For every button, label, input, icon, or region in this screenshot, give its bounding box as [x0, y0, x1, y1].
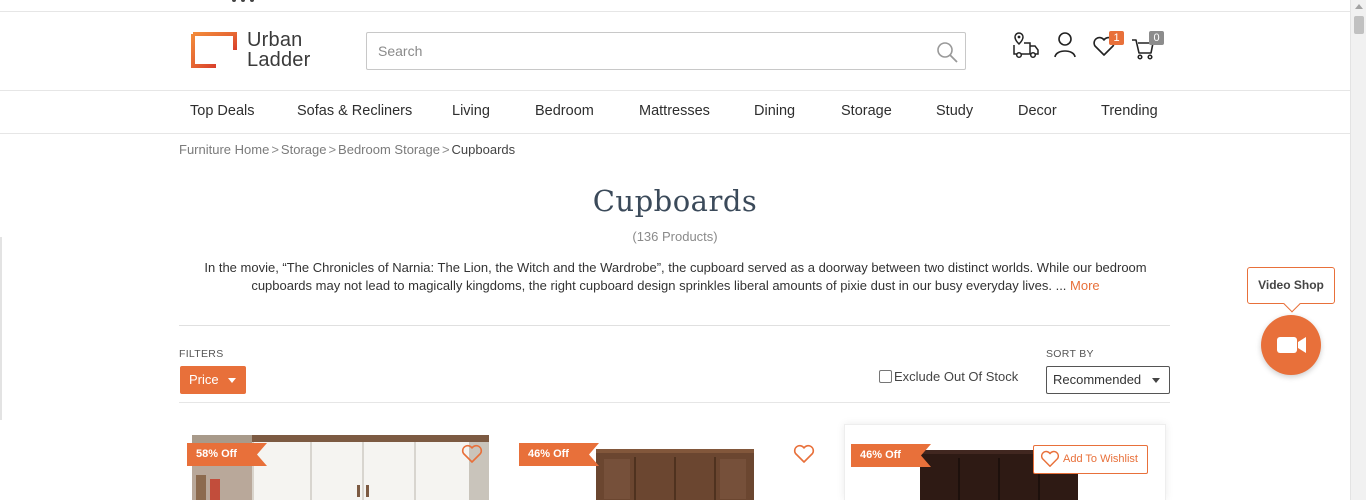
truck-location-icon[interactable] [1012, 30, 1042, 70]
brand-name-line2: Ladder [247, 49, 311, 71]
exclude-out-of-stock[interactable]: Exclude Out Of Stock [879, 369, 1018, 384]
scrollbar[interactable] [1350, 0, 1366, 500]
cropped-text-fragment [232, 0, 292, 2]
sort-label: SORT BY [1046, 348, 1094, 360]
product-card[interactable]: 58% Off [180, 424, 500, 500]
breadcrumb-link[interactable]: Bedroom Storage [338, 142, 440, 157]
search-input[interactable] [367, 33, 907, 69]
nav-item-trending[interactable]: Trending [1101, 103, 1158, 119]
caret-down-icon [228, 378, 236, 383]
wishlist-heart-icon[interactable] [793, 444, 815, 464]
nav-item-top-deals[interactable]: Top Deals [190, 103, 254, 119]
scrollbar-thumb[interactable] [1354, 16, 1364, 34]
page-title: Cupboards [592, 184, 758, 218]
nav-item-decor[interactable]: Decor [1018, 103, 1057, 119]
product-count: (136 Products) [632, 229, 718, 244]
nav-item-study[interactable]: Study [936, 103, 973, 119]
left-edge-panel [0, 237, 2, 420]
exclude-out-of-stock-checkbox[interactable] [879, 370, 892, 383]
category-nav: Top Deals Sofas & Recliners Living Bedro… [0, 92, 1350, 134]
wishlist-count-badge: 1 [1109, 31, 1124, 45]
user-icon[interactable] [1053, 30, 1083, 70]
exclude-out-of-stock-label: Exclude Out Of Stock [894, 369, 1019, 384]
breadcrumb: Furniture Home > Storage > Bedroom Storage > C… [179, 142, 516, 157]
video-camera-icon [1277, 337, 1306, 353]
top-strip [0, 0, 1350, 12]
product-card[interactable]: 46% Off [512, 424, 832, 500]
discount-ribbon: 58% Off [187, 443, 267, 466]
discount-ribbon: 46% Off [519, 443, 599, 466]
wishlist-heart-icon[interactable]: 1 [1092, 30, 1124, 70]
more-link[interactable]: More [1070, 278, 1100, 293]
breadcrumb-link[interactable]: Furniture Home [179, 142, 269, 157]
discount-ribbon: 46% Off [851, 444, 931, 467]
search-box [366, 32, 966, 70]
divider [179, 402, 1170, 403]
nav-item-mattresses[interactable]: Mattresses [639, 103, 710, 119]
sort-selected-value: Recommended [1053, 372, 1142, 387]
search-icon[interactable] [935, 40, 959, 64]
category-description: In the movie, “The Chronicles of Narnia:… [179, 259, 1172, 295]
discount-label: 46% Off [528, 448, 569, 460]
scroll-up-arrow-icon[interactable] [1355, 4, 1363, 9]
caret-down-icon [1152, 378, 1160, 383]
wishlist-heart-icon[interactable] [461, 444, 483, 464]
price-filter-label: Price [189, 372, 219, 387]
nav-item-dining[interactable]: Dining [754, 103, 795, 119]
brand-name-line1: Urban [247, 29, 303, 51]
urban-ladder-logo-icon [190, 32, 237, 68]
site-header: Urban Ladder Search 1 0 [0, 12, 1350, 91]
heart-icon [1040, 450, 1060, 467]
breadcrumb-link[interactable]: Storage [281, 142, 327, 157]
divider [179, 325, 1170, 326]
add-to-wishlist-label: Add To Wishlist [1063, 453, 1138, 465]
nav-item-living[interactable]: Living [452, 103, 490, 119]
video-shop-button[interactable] [1261, 315, 1321, 375]
breadcrumb-current: Cupboards [451, 142, 516, 157]
filters-label: FILTERS [179, 348, 224, 360]
discount-label: 46% Off [860, 449, 901, 461]
description-text: In the movie, “The Chronicles of Narnia:… [204, 260, 1147, 293]
video-shop-tooltip[interactable]: Video Shop [1247, 267, 1335, 313]
video-shop-label: Video Shop [1258, 278, 1324, 292]
price-filter-button[interactable]: Price [180, 366, 246, 394]
sort-select[interactable]: Recommended [1046, 366, 1170, 394]
nav-item-storage[interactable]: Storage [841, 103, 892, 119]
add-to-wishlist-button[interactable]: Add To Wishlist [1033, 445, 1148, 474]
nav-item-sofas-recliners[interactable]: Sofas & Recliners [297, 103, 412, 119]
cart-count-badge: 0 [1149, 31, 1164, 45]
nav-item-bedroom[interactable]: Bedroom [535, 103, 594, 119]
brand-logo[interactable]: Urban Ladder [190, 30, 310, 70]
cart-icon[interactable]: 0 [1131, 30, 1164, 70]
discount-label: 58% Off [196, 448, 237, 460]
